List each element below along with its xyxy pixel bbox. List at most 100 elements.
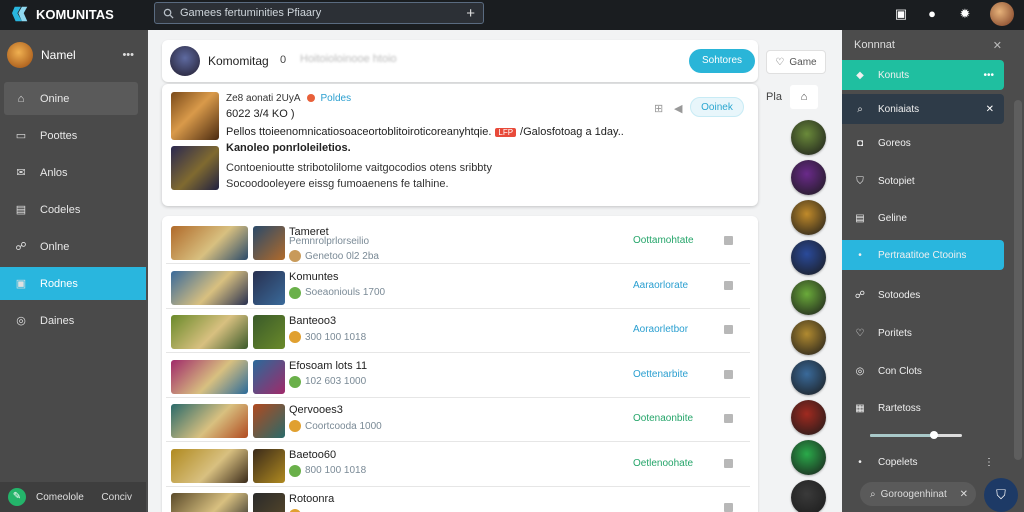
panel-item[interactable]: ⛉ Sotopiet (842, 166, 1004, 196)
game-avatar[interactable] (791, 360, 826, 395)
game-thumbnail[interactable] (171, 493, 248, 512)
list-item[interactable]: Efosoam lots 11 102 603 1000 Oettenarbite (166, 354, 750, 398)
volume-slider[interactable] (870, 431, 962, 439)
game-thumbnail[interactable] (253, 448, 285, 483)
game-button[interactable]: ♡ Game (766, 50, 826, 74)
online-button[interactable]: Ooinek (690, 97, 744, 117)
more-icon[interactable]: ••• (122, 49, 134, 61)
game-avatar[interactable] (791, 240, 826, 275)
game-thumbnail[interactable] (171, 359, 248, 394)
item-title[interactable]: Qervooes3 (289, 404, 343, 416)
panel-item[interactable]: ⌕ Koniaiats ✕ (842, 94, 1004, 124)
primary-button[interactable]: Sohtores (689, 49, 755, 73)
sidebar-footer[interactable]: ✎ Comeolole Conciv (0, 482, 146, 512)
game-thumbnail[interactable] (253, 359, 285, 394)
game-thumbnail[interactable] (253, 226, 285, 260)
game-thumbnail[interactable] (253, 315, 285, 349)
panel-search[interactable]: ⌕ Goroogenhinat ✕ (860, 482, 976, 506)
game-thumbnail[interactable] (253, 404, 285, 438)
image-icon[interactable]: ⊞ (654, 102, 663, 115)
search-input[interactable] (180, 7, 467, 19)
item-title[interactable]: Baetoo60 (289, 449, 336, 461)
checkbox[interactable] (724, 236, 733, 245)
game-thumbnail[interactable] (171, 404, 248, 438)
community-avatar[interactable] (170, 46, 200, 76)
checkbox[interactable] (724, 503, 733, 512)
game-thumbnail[interactable] (171, 226, 248, 260)
clear-icon[interactable]: ✕ (960, 489, 968, 500)
sidebar-item-anlos[interactable]: ✉ Anlos (4, 156, 138, 189)
settings-icon[interactable]: ✹ (957, 6, 973, 22)
mobile-icon[interactable]: ▣ (893, 6, 909, 22)
item-title[interactable]: Banteoo3 (289, 315, 336, 327)
checkbox[interactable] (724, 369, 733, 379)
sidebar-item-posts[interactable]: ▭ Poottes (4, 119, 138, 152)
panel-item[interactable]: • Copelets ⋮ (842, 447, 1004, 477)
game-thumbnail[interactable] (171, 315, 248, 349)
game-avatar[interactable] (791, 480, 826, 512)
shield-icon[interactable]: ⛉ (984, 478, 1018, 512)
game-avatar[interactable] (791, 400, 826, 435)
item-action[interactable]: Aaraorlorate (633, 280, 688, 291)
game-thumbnail[interactable] (171, 448, 248, 483)
close-icon[interactable]: ✕ (993, 39, 1002, 52)
post-thumbnail[interactable] (171, 92, 219, 140)
game-thumbnail[interactable] (253, 270, 285, 305)
panel-item[interactable]: ◘ Goreos (842, 128, 1004, 158)
panel-item-action[interactable]: ⋮ (984, 457, 994, 468)
sidebar-item-rodnes[interactable]: ▣ Rodnes (0, 267, 146, 300)
add-icon[interactable]: + (466, 5, 475, 22)
game-avatar[interactable] (791, 200, 826, 235)
panel-item[interactable]: ◆ Konuts ••• (842, 60, 1004, 90)
game-avatar[interactable] (791, 320, 826, 355)
post-tag[interactable]: Poldes (321, 93, 352, 104)
game-thumbnail[interactable] (171, 270, 248, 305)
panel-item[interactable]: ▤ Geline (842, 203, 1004, 233)
toolbar-button[interactable]: Pla (760, 85, 788, 109)
checkbox[interactable] (724, 325, 733, 334)
game-avatar[interactable] (791, 440, 826, 475)
game-avatar[interactable] (791, 160, 826, 195)
slider-knob[interactable] (930, 431, 939, 439)
list-item[interactable]: Tameret Pemnrolprlorseilio Genetoo 0l2 2ba… (166, 220, 750, 264)
item-title[interactable]: Efosoam lots 11 (289, 360, 367, 372)
item-title[interactable]: Komuntes (289, 271, 339, 283)
item-action[interactable]: Oettenarbite (633, 369, 688, 380)
brand-logo[interactable]: KOMUNITAS (12, 5, 114, 23)
checkbox[interactable] (724, 458, 733, 468)
list-item[interactable]: Banteoo3 300 100 1018 Aoraorletbor (166, 309, 750, 353)
panel-item-action[interactable]: ••• (983, 70, 994, 81)
panel-item[interactable]: ◎ Con Clots (842, 356, 1004, 386)
item-action[interactable]: Oottamohtate (633, 235, 694, 246)
user-avatar[interactable] (990, 2, 1014, 26)
game-avatar[interactable] (791, 120, 826, 155)
home-button[interactable]: ⌂ (790, 85, 818, 109)
sidebar-item-daines[interactable]: ◎ Daines (4, 304, 138, 337)
panel-item[interactable]: ☍ Sotoodes (842, 280, 1004, 310)
list-item[interactable]: Rotoonra (166, 487, 750, 512)
search-bar[interactable]: + (154, 2, 484, 24)
list-item[interactable]: Komuntes Soeaoniouls 1700 Aaraorlorate (166, 265, 750, 309)
sidebar-item-codeles[interactable]: ▤ Codeles (4, 193, 138, 226)
panel-item[interactable]: ♡ Poritets (842, 318, 1004, 348)
panel-item[interactable]: • Pertraatitoe Ctooins (842, 240, 1004, 270)
game-thumbnail[interactable] (253, 493, 285, 512)
panel-item[interactable]: ▦ Rartetoss (842, 393, 1004, 423)
checkbox[interactable] (724, 414, 733, 423)
item-action[interactable]: Ootenaonbite (633, 413, 693, 424)
footer-right[interactable]: Conciv (101, 492, 132, 503)
notification-icon[interactable]: ● (924, 6, 940, 22)
item-action[interactable]: Aoraorletbor (633, 324, 688, 335)
tag-icon[interactable]: ◀ (674, 102, 682, 115)
list-item[interactable]: Baetoo60 800 100 1018 Oetlenoohate (166, 443, 750, 487)
game-avatar[interactable] (791, 280, 826, 315)
list-item[interactable]: Qervooes3 Coortcooda 1000 Ootenaonbite (166, 398, 750, 442)
checkbox[interactable] (724, 280, 733, 290)
panel-item-action[interactable]: ✕ (986, 104, 994, 115)
item-title[interactable]: Rotoonra (289, 493, 334, 505)
user-profile[interactable]: Namel ••• (0, 30, 146, 80)
item-action[interactable]: Oetlenoohate (633, 458, 693, 469)
sidebar-item-members[interactable]: ☍ Onlne (4, 230, 138, 263)
scrollbar[interactable] (1014, 100, 1022, 460)
sidebar-item-online[interactable]: ⌂ Onine (4, 82, 138, 115)
